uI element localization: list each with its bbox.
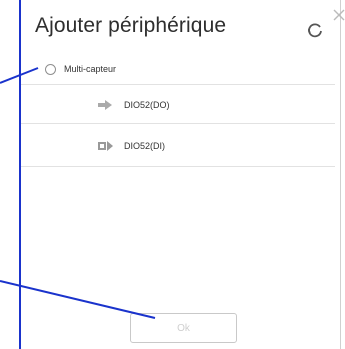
refresh-icon[interactable] — [307, 22, 323, 38]
sub-device-item-di[interactable]: DIO52(DI) — [21, 124, 335, 167]
output-arrow-icon — [98, 100, 112, 110]
add-device-dialog: Ajouter périphérique Multi-capteur DIO52… — [19, 0, 345, 349]
device-item-multi-capteur[interactable]: Multi-capteur — [21, 57, 335, 85]
input-arrow-icon — [98, 141, 113, 151]
sub-device-item-do[interactable]: DIO52(DO) — [21, 85, 335, 124]
close-icon[interactable] — [332, 8, 345, 22]
device-radio-button[interactable] — [45, 64, 56, 75]
sub-device-label: DIO52(DI) — [124, 141, 166, 151]
sub-device-label: DIO52(DO) — [124, 100, 170, 110]
ok-button[interactable]: Ok — [130, 313, 237, 343]
dialog-title: Ajouter périphérique — [35, 14, 227, 37]
device-item-label: Multi-capteur — [64, 64, 117, 74]
